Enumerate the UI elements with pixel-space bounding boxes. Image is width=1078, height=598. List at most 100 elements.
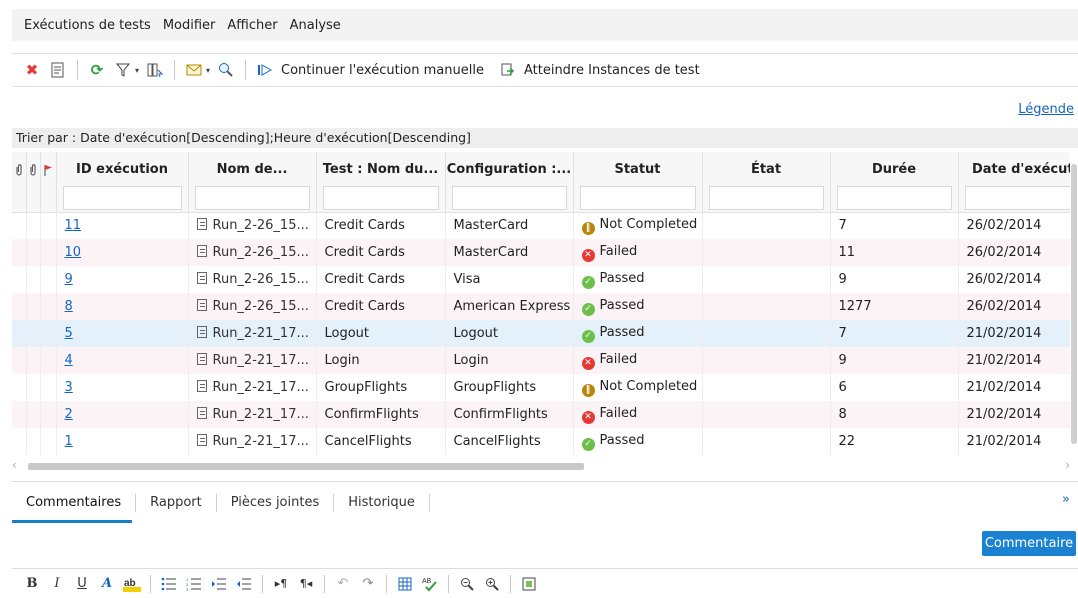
menu-item-view[interactable]: Afficher bbox=[227, 18, 277, 33]
table-row[interactable]: 3 Run_2-21_17... GroupFlights GroupFlights ‖… bbox=[12, 374, 1070, 401]
table-row[interactable]: 5 Run_2-21_17... Logout Logout ✓ Passed 7 21/02… bbox=[12, 320, 1070, 347]
filter-run-name[interactable] bbox=[194, 186, 310, 210]
filter-execution-date[interactable] bbox=[964, 186, 1070, 210]
continue-manual-run-button[interactable]: Continuer l'exécution manuelle bbox=[281, 63, 484, 78]
vertical-scrollbar[interactable] bbox=[1070, 152, 1078, 457]
run-id-link[interactable]: 5 bbox=[65, 326, 73, 341]
table-row[interactable]: 11 Run_2-26_15... Credit Cards MasterCard ‖ N… bbox=[12, 212, 1070, 239]
column-header-status[interactable]: Statut bbox=[573, 152, 703, 213]
details-icon[interactable] bbox=[48, 60, 68, 80]
run-id-link[interactable]: 10 bbox=[65, 245, 82, 260]
run-id-link[interactable]: 9 bbox=[65, 272, 73, 287]
run-id-link[interactable]: 3 bbox=[65, 380, 73, 395]
table-row[interactable]: 8 Run_2-26_15... Credit Cards American Expr… bbox=[12, 293, 1070, 320]
table-row[interactable]: 9 Run_2-26_15... Credit Cards Visa ✓ Passed 9 2… bbox=[12, 266, 1070, 293]
email-dropdown-icon[interactable]: ▾ bbox=[206, 66, 210, 75]
column-header-run-id[interactable]: ID exécution bbox=[56, 152, 189, 213]
zoom-in-icon[interactable] bbox=[482, 574, 502, 594]
run-id-cell[interactable]: 5 bbox=[56, 320, 189, 347]
menu-item-test-runs[interactable]: Exécutions de tests bbox=[24, 18, 151, 33]
indent-icon[interactable] bbox=[209, 574, 229, 594]
tab-comments[interactable]: Commentaires bbox=[12, 493, 137, 512]
filter-configuration[interactable] bbox=[451, 186, 567, 210]
left-to-right-icon[interactable]: ▸¶ bbox=[271, 574, 291, 594]
legend-link[interactable]: Légende bbox=[1018, 102, 1074, 117]
flag-cell[interactable] bbox=[40, 212, 57, 239]
flag-cell[interactable] bbox=[40, 293, 57, 320]
flag-cell[interactable] bbox=[40, 401, 57, 428]
run-id-link[interactable]: 1 bbox=[65, 434, 73, 449]
column-header-state[interactable]: État bbox=[702, 152, 831, 213]
column-header-test-name[interactable]: Test : Nom du... bbox=[316, 152, 446, 213]
run-id-cell[interactable]: 11 bbox=[56, 212, 189, 239]
filter-dropdown-icon[interactable]: ▾ bbox=[135, 66, 139, 75]
run-id-link[interactable]: 4 bbox=[65, 353, 73, 368]
scroll-right-icon[interactable]: › bbox=[1065, 458, 1070, 472]
filter-duration[interactable] bbox=[836, 186, 952, 210]
redo-icon[interactable]: ↷ bbox=[358, 574, 378, 594]
flag-cell[interactable] bbox=[40, 428, 57, 455]
numbered-list-icon[interactable]: 123 bbox=[184, 574, 204, 594]
menu-item-analysis[interactable]: Analyse bbox=[290, 18, 341, 33]
run-id-cell[interactable]: 2 bbox=[56, 401, 189, 428]
table-row[interactable]: 4 Run_2-21_17... Login Login ✕ Failed 9 21/02/2… bbox=[12, 347, 1070, 374]
filter-status[interactable] bbox=[579, 186, 696, 210]
tab-attachments[interactable]: Pièces jointes bbox=[217, 493, 335, 512]
run-id-link[interactable]: 8 bbox=[65, 299, 73, 314]
flag-cell[interactable] bbox=[40, 347, 57, 374]
table-row[interactable]: 10 Run_2-26_15... Credit Cards MasterCard ✕ F… bbox=[12, 239, 1070, 266]
flag-cell[interactable] bbox=[40, 320, 57, 347]
table-row[interactable]: 2 Run_2-21_17... ConfirmFlights ConfirmFlig… bbox=[12, 401, 1070, 428]
table-row[interactable]: 1 Run_2-21_17... CancelFlights CancelFlight… bbox=[12, 428, 1070, 455]
delete-icon[interactable]: ✖ bbox=[22, 60, 42, 80]
bold-icon[interactable]: B bbox=[22, 574, 42, 594]
italic-icon[interactable]: I bbox=[47, 574, 67, 594]
bullet-list-icon[interactable] bbox=[159, 574, 179, 594]
run-id-cell[interactable]: 4 bbox=[56, 347, 189, 374]
tab-report[interactable]: Rapport bbox=[136, 493, 217, 512]
right-to-left-icon[interactable]: ¶◂ bbox=[296, 574, 316, 594]
undo-icon[interactable]: ↶ bbox=[333, 574, 353, 594]
vertical-scroll-thumb[interactable] bbox=[1071, 164, 1077, 444]
continue-run-icon[interactable] bbox=[255, 60, 275, 80]
run-id-cell[interactable]: 10 bbox=[56, 239, 189, 266]
email-icon[interactable] bbox=[184, 60, 204, 80]
horizontal-scrollbar[interactable]: ‹ › bbox=[12, 458, 1070, 472]
zoom-out-icon[interactable] bbox=[457, 574, 477, 594]
outdent-icon[interactable] bbox=[234, 574, 254, 594]
expand-panel-icon[interactable]: » bbox=[1062, 492, 1070, 507]
add-comment-button[interactable]: Commentaire bbox=[982, 531, 1076, 556]
column-header-execution-date[interactable]: Date d'exécuti bbox=[958, 152, 1070, 213]
underline-icon[interactable]: U bbox=[72, 574, 92, 594]
horizontal-scroll-thumb[interactable] bbox=[28, 463, 584, 470]
column-header-configuration[interactable]: Configuration :... bbox=[445, 152, 574, 213]
flag-cell[interactable] bbox=[40, 374, 57, 401]
flag-cell[interactable] bbox=[40, 266, 57, 293]
font-color-icon[interactable]: A bbox=[97, 574, 117, 594]
select-columns-icon[interactable] bbox=[145, 60, 165, 80]
filter-test-name[interactable] bbox=[322, 186, 439, 210]
run-id-cell[interactable]: 9 bbox=[56, 266, 189, 293]
filter-run-id[interactable] bbox=[62, 186, 182, 210]
filter-icon[interactable] bbox=[113, 60, 133, 80]
filter-state[interactable] bbox=[708, 186, 824, 210]
insert-table-icon[interactable] bbox=[395, 574, 415, 594]
tab-history[interactable]: Historique bbox=[334, 493, 430, 512]
run-id-cell[interactable]: 3 bbox=[56, 374, 189, 401]
fit-to-window-icon[interactable] bbox=[519, 574, 539, 594]
attachments-column-header[interactable] bbox=[12, 152, 27, 213]
run-id-link[interactable]: 11 bbox=[65, 218, 82, 233]
go-to-test-instances-icon[interactable] bbox=[498, 60, 518, 80]
run-id-cell[interactable]: 1 bbox=[56, 428, 189, 455]
refresh-icon[interactable]: ⟳ bbox=[87, 60, 107, 80]
flag-column-header[interactable] bbox=[40, 152, 57, 213]
spell-check-icon[interactable]: AB bbox=[420, 574, 440, 594]
go-to-test-instances-button[interactable]: Atteindre Instances de test bbox=[524, 63, 700, 78]
column-header-run-name[interactable]: Nom de... bbox=[188, 152, 317, 213]
scroll-left-icon[interactable]: ‹ bbox=[12, 458, 17, 472]
highlight-icon[interactable]: ab bbox=[122, 574, 142, 594]
attachments-column-header-2[interactable] bbox=[26, 152, 41, 213]
find-icon[interactable] bbox=[216, 60, 236, 80]
run-id-cell[interactable]: 8 bbox=[56, 293, 189, 320]
menu-item-edit[interactable]: Modifier bbox=[163, 18, 216, 33]
